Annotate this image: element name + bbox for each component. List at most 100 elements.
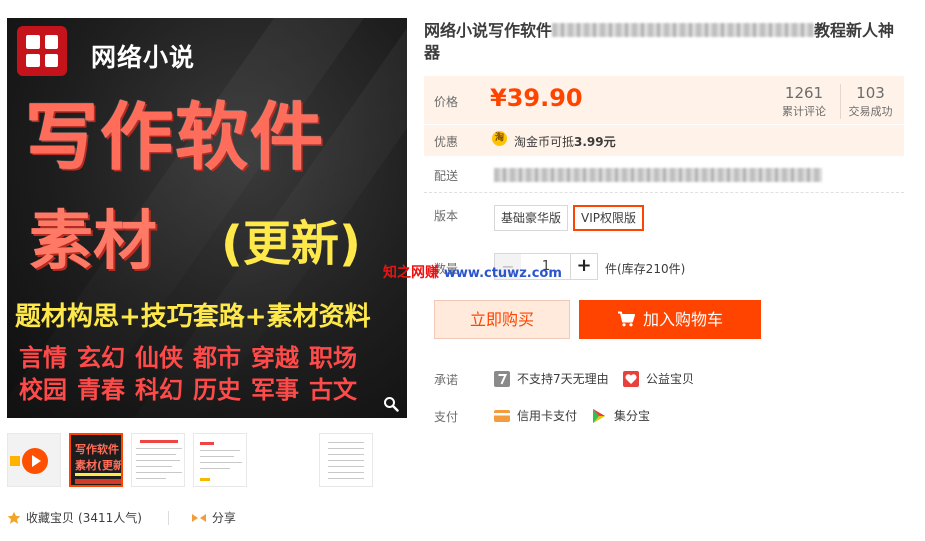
promise-label: 承诺 (434, 373, 459, 387)
genre-tag: 仙侠 (135, 344, 183, 372)
thumbnail-decor (140, 440, 178, 443)
genre-tag: 都市 (193, 344, 241, 372)
zoom-icon[interactable] (383, 396, 399, 412)
divider (424, 124, 904, 125)
genre-tag: 穿越 (251, 344, 299, 372)
service-charity[interactable]: 公益宝贝 (623, 370, 694, 387)
price-value: ¥39.90 (490, 84, 583, 112)
watermark-url: www.ctuwz.com (443, 266, 562, 281)
service-no-7day-return[interactable]: 不支持7天无理由 (494, 370, 609, 387)
star-icon[interactable] (7, 511, 21, 525)
deals-caption: 交易成功 (848, 105, 893, 118)
payment-credit-card[interactable]: 信用卡支付 (494, 407, 577, 424)
add-to-cart-button[interactable]: 加入购物车 (579, 300, 761, 339)
thumbnail-decor (200, 456, 234, 457)
thumbnail-decor (200, 462, 242, 463)
price-label: 价格 (434, 95, 459, 109)
thumbnail-video[interactable] (7, 433, 61, 487)
promo-label: 优惠 (434, 135, 459, 149)
thumbnail-decor (328, 466, 364, 467)
thumbnail-decor (200, 468, 230, 469)
thumbnail-decor (75, 479, 121, 484)
thumbnail-decor (136, 466, 172, 467)
genre-tag: 历史 (193, 376, 241, 404)
genre-tag: 青春 (77, 376, 125, 404)
edition-option-basic[interactable]: 基础豪华版 (494, 205, 569, 231)
deals-count: 103 (856, 84, 885, 102)
charity-heart-icon (623, 370, 639, 387)
genre-tag: 言情 (19, 344, 67, 372)
shipping-label: 配送 (434, 169, 459, 183)
genre-tag: 校园 (19, 376, 67, 404)
thumbnail-decor (200, 478, 210, 481)
service-label: 不支持7天无理由 (517, 372, 609, 386)
payment-jifenbao[interactable]: 集分宝 (591, 407, 650, 424)
thumbnail-decor (200, 442, 214, 445)
stock-info: 件(库存210件) (605, 262, 686, 276)
edition-label: 版本 (434, 209, 459, 223)
favorite-count: (3411人气) (78, 511, 142, 525)
promo-amount: 3.99元 (574, 135, 616, 149)
thumbnail-image-selected[interactable]: 写作软件 素材(更新) (69, 433, 123, 487)
thumbnail-decor (328, 472, 364, 473)
thumbnail-decor (328, 478, 364, 479)
thumbnail-image[interactable] (319, 433, 373, 487)
taobao-coin-icon: 淘 (492, 131, 507, 146)
share-link[interactable]: 分享 (212, 509, 236, 526)
main-product-image[interactable]: 网络小说 写作软件 素材 (更新) 题材构思+技巧套路+素材资料 言情 玄幻 仙侠都… (7, 18, 407, 418)
divider (167, 510, 169, 525)
share-icon[interactable] (191, 512, 207, 524)
quantity-increment-button[interactable]: + (570, 253, 598, 280)
payment-option-label: 信用卡支付 (517, 409, 578, 423)
play-icon (22, 448, 48, 474)
review-caption: 累计评论 (782, 105, 826, 118)
promo-text: 淘金币可抵3.99元 (514, 133, 616, 150)
image-band-text: 题材构思+技巧套路+素材资料 (15, 302, 371, 332)
genre-tag: 玄幻 (77, 344, 125, 372)
promo-desc: 淘金币可抵 (514, 135, 575, 149)
image-brand-text: 网络小说 (91, 43, 196, 72)
edition-option-vip-selected[interactable]: VIP权限版 (573, 205, 644, 231)
thumbnail-decor (136, 460, 180, 461)
watermark-text: 知之网赚 (383, 265, 439, 281)
favorite-link[interactable]: 收藏宝贝 (26, 509, 74, 526)
review-stat[interactable]: 1261 累计评论 (774, 84, 834, 119)
genre-tag: 军事 (251, 376, 299, 404)
brand-logo-icon (17, 26, 67, 76)
thumbnail-caption: 写作软件 (75, 443, 119, 456)
image-headline: 写作软件 (25, 95, 325, 180)
genre-tag: 科幻 (135, 376, 183, 404)
favorite-share-row: 收藏宝贝 (3411人气) 分享 (7, 509, 236, 526)
watermark: 知之网赚 www.ctuwz.com (383, 262, 562, 282)
review-count: 1261 (784, 84, 824, 102)
thumbnail-decor (136, 448, 182, 449)
thumbnail-image[interactable] (131, 433, 185, 487)
payment-label: 支付 (434, 410, 459, 424)
thumbnail-decor (328, 460, 364, 461)
genre-tag: 职场 (309, 344, 357, 372)
thumbnail-decor (136, 478, 166, 479)
genre-tag: 古文 (309, 376, 357, 404)
thumbnail-caption: 素材(更新) (75, 459, 123, 472)
thumbnail-image[interactable] (193, 433, 247, 487)
image-subline: 素材 (29, 205, 157, 279)
payment-option-label: 集分宝 (614, 409, 651, 423)
thumbnail-decor (136, 454, 176, 455)
product-title: 网络小说写作软件 教程新人神器 (424, 20, 909, 64)
service-label: 公益宝贝 (646, 372, 695, 386)
credit-card-icon (494, 409, 510, 422)
thumbnail-strip: 写作软件 素材(更新) (7, 433, 407, 489)
thumbnail-decor (200, 450, 240, 451)
divider (424, 192, 904, 193)
redacted-text (494, 168, 822, 182)
image-genre-tags: 言情 玄幻 仙侠 都市 穿越 职场校园 青春 科幻 历史 军事 古文 (19, 342, 407, 406)
buy-now-button[interactable]: 立即购买 (434, 300, 570, 339)
deals-stat: 103 交易成功 (840, 84, 900, 119)
image-subline-tag: (更新) (221, 216, 361, 272)
redacted-text (552, 23, 815, 37)
thumbnail-decor (328, 454, 364, 455)
cart-icon (617, 311, 635, 327)
price-panel: 价格 ¥39.90 1261 累计评论 103 交易成功 优惠 淘 淘金币可抵3… (424, 76, 904, 156)
thumbnail-decor (328, 448, 364, 449)
thumbnail-decor (136, 472, 182, 473)
